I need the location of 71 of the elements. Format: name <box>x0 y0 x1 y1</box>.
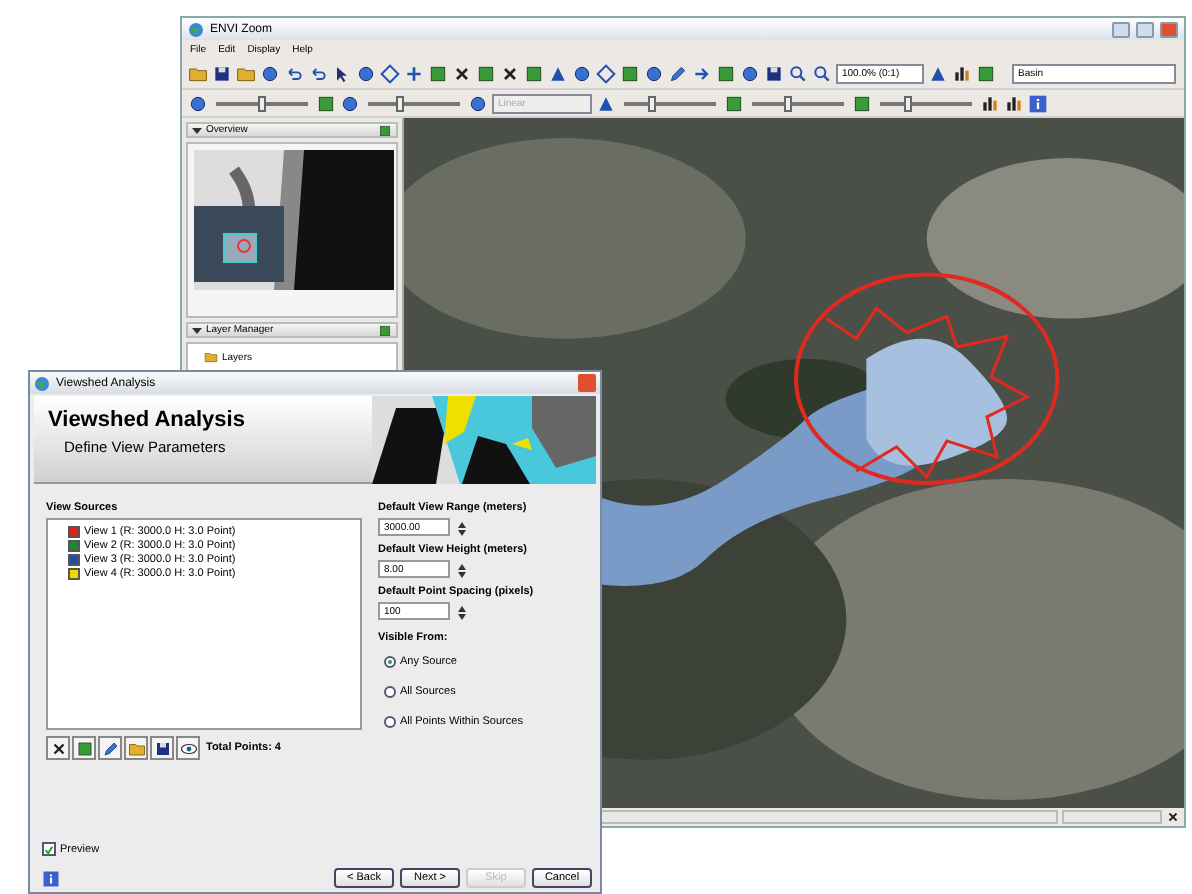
circle-icon[interactable] <box>468 93 488 113</box>
close-icon[interactable] <box>1166 810 1180 824</box>
undo-icon[interactable] <box>308 63 328 83</box>
square-icon[interactable] <box>976 63 996 83</box>
checkbox[interactable] <box>42 842 56 856</box>
chart-icon[interactable] <box>980 93 1000 113</box>
eye-button[interactable] <box>176 736 200 760</box>
radio-button[interactable] <box>384 716 396 728</box>
folder-icon <box>127 739 145 757</box>
square-button[interactable] <box>72 736 96 760</box>
square-icon[interactable] <box>378 123 392 137</box>
slider-thumb[interactable] <box>258 95 266 111</box>
square-icon[interactable] <box>428 63 448 83</box>
square-icon[interactable] <box>716 63 736 83</box>
pencil-icon[interactable] <box>668 63 688 83</box>
banner-heading: Viewshed Analysis <box>48 408 247 432</box>
radio-button[interactable] <box>384 686 396 698</box>
close-icon[interactable] <box>452 63 472 83</box>
pencil-icon <box>101 739 119 757</box>
info-icon[interactable] <box>42 869 60 887</box>
globe-icon <box>34 375 50 391</box>
diamond-icon[interactable] <box>596 63 616 83</box>
slider-thumb[interactable] <box>784 95 793 111</box>
slider-thumb[interactable] <box>396 95 405 111</box>
folder-icon[interactable] <box>204 350 218 364</box>
triangle-icon[interactable] <box>928 63 948 83</box>
chart-icon[interactable] <box>952 63 972 83</box>
minimize-button[interactable] <box>1112 21 1130 37</box>
disk-button[interactable] <box>150 736 174 760</box>
circle-icon[interactable] <box>644 63 664 83</box>
chart-icon[interactable] <box>1004 93 1024 113</box>
circle-icon[interactable] <box>260 63 280 83</box>
globe-icon <box>188 21 204 37</box>
radio-button[interactable] <box>384 656 396 668</box>
diamond-icon[interactable] <box>380 63 400 83</box>
undo-icon[interactable] <box>284 63 304 83</box>
close-icon[interactable] <box>500 63 520 83</box>
magnifier-icon[interactable] <box>812 63 832 83</box>
square-icon[interactable] <box>620 63 640 83</box>
circle-icon[interactable] <box>740 63 760 83</box>
square-icon[interactable] <box>378 323 392 337</box>
maximize-button[interactable] <box>1136 21 1154 37</box>
triangle-icon[interactable] <box>548 63 568 83</box>
slider-thumb[interactable] <box>903 95 912 111</box>
check-icon <box>44 843 54 855</box>
eye-icon <box>179 739 197 757</box>
pencil-button[interactable] <box>98 736 122 760</box>
square-icon[interactable] <box>316 93 336 113</box>
folder-icon[interactable] <box>236 63 256 83</box>
collapse-icon[interactable] <box>192 125 202 135</box>
pointer-icon[interactable] <box>332 63 352 83</box>
square-icon[interactable] <box>852 93 872 113</box>
info-icon[interactable] <box>1028 93 1048 113</box>
folder-button[interactable] <box>124 736 148 760</box>
slider-thumb[interactable] <box>647 95 656 111</box>
circle-icon[interactable] <box>356 63 376 83</box>
triangle-icon[interactable] <box>596 93 616 113</box>
circle-icon[interactable] <box>340 93 360 113</box>
close-icon <box>49 739 67 757</box>
folder-icon[interactable] <box>188 63 208 83</box>
square-icon[interactable] <box>724 93 744 113</box>
square-icon[interactable] <box>524 63 544 83</box>
plus-icon[interactable] <box>404 63 424 83</box>
collapse-icon[interactable] <box>192 325 202 335</box>
close-button[interactable] <box>46 736 70 760</box>
arrow-icon[interactable] <box>692 63 712 83</box>
magnifier-icon[interactable] <box>788 63 808 83</box>
circle-icon[interactable] <box>572 63 592 83</box>
square-icon[interactable] <box>476 63 496 83</box>
square-icon <box>75 739 93 757</box>
circle-icon[interactable] <box>188 93 208 113</box>
